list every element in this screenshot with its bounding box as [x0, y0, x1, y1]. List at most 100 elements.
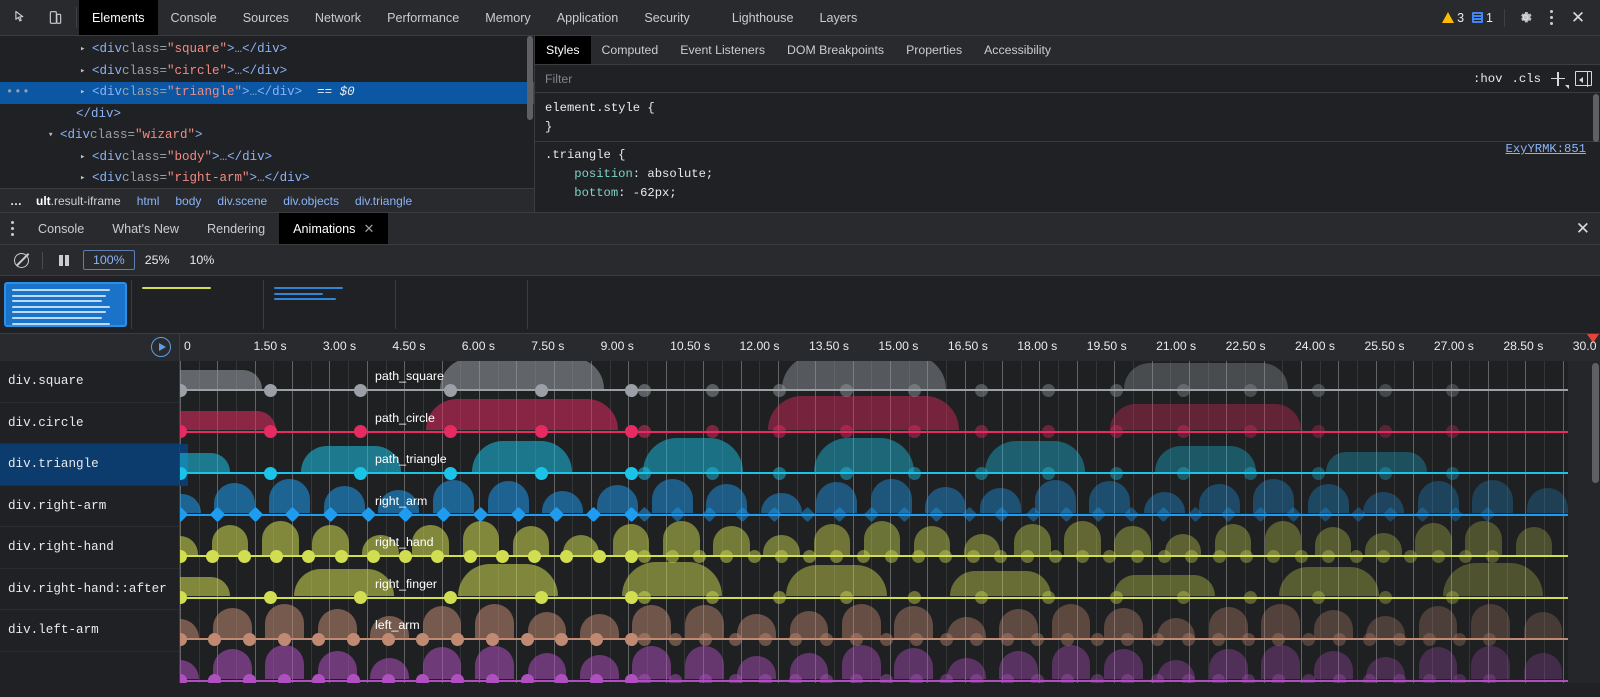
keyframe-marker-dim[interactable]	[1459, 550, 1472, 563]
breadcrumb-item[interactable]: ult.result-iframe	[28, 189, 129, 213]
keyframe-marker[interactable]	[590, 674, 603, 683]
issue-badges[interactable]: 3 1	[1438, 11, 1497, 25]
keyframe-marker-dim[interactable]	[1042, 425, 1055, 438]
tab-layers[interactable]: Layers	[806, 0, 870, 35]
keyframe-marker[interactable]	[354, 467, 367, 480]
keyframe-marker[interactable]	[354, 384, 367, 397]
animation-tracks[interactable]: left_armright_fingerright_handright_armp…	[180, 361, 1600, 683]
keyframe-marker-dim[interactable]	[1244, 425, 1257, 438]
keyframe-marker-dim[interactable]	[885, 550, 898, 563]
animation-node-row[interactable]: div.right-hand	[0, 527, 179, 569]
keyframe-marker-dim[interactable]	[1453, 633, 1466, 646]
keyframe-marker-dim[interactable]	[1302, 633, 1315, 646]
expand-triangle-icon[interactable]: ▾	[48, 125, 60, 147]
keyframe-marker[interactable]	[416, 633, 429, 646]
styles-tab-properties[interactable]: Properties	[895, 36, 973, 64]
keyframe-marker-dim[interactable]	[669, 674, 682, 683]
keyframe-marker-dim[interactable]	[1182, 674, 1195, 683]
keyframe-marker-dim[interactable]	[1240, 550, 1253, 563]
keyframe-marker-dim[interactable]	[1393, 633, 1406, 646]
animation-track-row[interactable]: path_circle	[180, 403, 1600, 445]
keyframe-marker[interactable]	[264, 467, 277, 480]
keyframe-marker-dim[interactable]	[1363, 633, 1376, 646]
keyframe-marker[interactable]	[521, 674, 534, 683]
clear-all-icon[interactable]	[8, 247, 34, 273]
keyframe-marker-dim[interactable]	[1312, 425, 1325, 438]
keyframe-marker-dim[interactable]	[729, 633, 742, 646]
keyframe-marker-dim[interactable]	[970, 633, 983, 646]
keyframe-marker-dim[interactable]	[1031, 674, 1044, 683]
tab-memory[interactable]: Memory	[472, 0, 543, 35]
keyframe-marker-dim[interactable]	[1432, 550, 1445, 563]
keyframe-marker-dim[interactable]	[775, 550, 788, 563]
dom-node-row[interactable]: ▸<div class="circle">…</div>	[0, 61, 534, 83]
css-rule[interactable]: ExyYRMK:851.triangle { position: absolut…	[535, 141, 1600, 203]
new-style-rule-icon[interactable]	[1550, 71, 1566, 87]
keyframe-marker-dim[interactable]	[759, 674, 772, 683]
keyframe-marker-dim[interactable]	[1379, 425, 1392, 438]
keyframe-marker-dim[interactable]	[1242, 674, 1255, 683]
keyframe-marker-dim[interactable]	[940, 633, 953, 646]
expand-triangle-icon[interactable]: ▸	[80, 82, 92, 104]
keyframe-marker-dim[interactable]	[975, 591, 988, 604]
keyframe-marker[interactable]	[180, 633, 187, 646]
dom-node-row[interactable]: ▾<div class="wizard">	[0, 125, 534, 147]
keyframe-marker[interactable]	[560, 550, 573, 563]
tab-application[interactable]: Application	[544, 0, 632, 35]
keyframe-marker-dim[interactable]	[1042, 591, 1055, 604]
keyframe-marker-dim[interactable]	[975, 467, 988, 480]
keyframe-marker-dim[interactable]	[789, 633, 802, 646]
keyframe-marker-dim[interactable]	[638, 674, 651, 683]
replay-icon[interactable]	[151, 337, 171, 357]
keyframe-marker[interactable]	[270, 550, 283, 563]
keyframe-marker-dim[interactable]	[1302, 674, 1315, 683]
breadcrumb-item[interactable]: div.scene	[209, 189, 275, 213]
keyframe-marker-dim[interactable]	[1446, 425, 1459, 438]
keyframe-marker-dim[interactable]	[908, 467, 921, 480]
animation-node-row[interactable]: div.left-arm	[0, 610, 179, 652]
keyframe-marker-dim[interactable]	[637, 507, 653, 523]
toggle-sidebar-icon[interactable]	[1575, 71, 1592, 86]
inspect-element-icon[interactable]	[8, 5, 34, 31]
keyframe-marker[interactable]	[444, 467, 457, 480]
keyframe-marker-dim[interactable]	[1483, 674, 1496, 683]
keyframe-marker-dim[interactable]	[1267, 550, 1280, 563]
cls-button[interactable]: .cls	[1511, 72, 1541, 86]
keyframe-marker-dim[interactable]	[994, 550, 1007, 563]
keyframe-marker[interactable]	[431, 550, 444, 563]
keyframe-marker[interactable]	[367, 550, 380, 563]
gear-icon[interactable]	[1512, 5, 1538, 31]
keyframe-marker-dim[interactable]	[1121, 633, 1134, 646]
keyframe-marker-dim[interactable]	[1021, 550, 1034, 563]
keyframe-marker[interactable]	[382, 674, 395, 683]
keyframe-marker-dim[interactable]	[1446, 591, 1459, 604]
filter-input[interactable]: Filter	[545, 72, 1467, 86]
keyframe-marker[interactable]	[208, 633, 221, 646]
keyframe-marker-dim[interactable]	[1103, 550, 1116, 563]
keyframe-marker-dim[interactable]	[1244, 467, 1257, 480]
css-declaration[interactable]: position: absolute;	[545, 165, 1590, 184]
keyframe-marker-dim[interactable]	[939, 550, 952, 563]
keyframe-marker[interactable]	[180, 384, 187, 397]
keyframe-marker-dim[interactable]	[1091, 633, 1104, 646]
keyframe-marker-dim[interactable]	[773, 384, 786, 397]
keyframe-marker[interactable]	[535, 467, 548, 480]
keyframe-marker[interactable]	[555, 674, 568, 683]
keyframe-marker-dim[interactable]	[880, 633, 893, 646]
keyframe-marker-dim[interactable]	[940, 674, 953, 683]
keyframe-marker[interactable]	[243, 633, 256, 646]
keyframe-marker-dim[interactable]	[1001, 633, 1014, 646]
css-declaration[interactable]: bottom: -62px;	[545, 184, 1590, 203]
keyframe-marker-dim[interactable]	[1031, 633, 1044, 646]
keyframe-marker-dim[interactable]	[669, 633, 682, 646]
keyframe-marker-dim[interactable]	[1486, 550, 1499, 563]
keyframe-marker-dim[interactable]	[1446, 467, 1459, 480]
keyframe-marker[interactable]	[535, 591, 548, 604]
keyframe-marker-dim[interactable]	[908, 384, 921, 397]
keyframe-marker-dim[interactable]	[1446, 384, 1459, 397]
keyframe-marker-dim[interactable]	[1379, 467, 1392, 480]
keyframe-marker-dim[interactable]	[1110, 384, 1123, 397]
keyframe-marker-dim[interactable]	[759, 633, 772, 646]
keyframe-marker-dim[interactable]	[638, 550, 651, 563]
keyframe-marker[interactable]	[528, 550, 541, 563]
